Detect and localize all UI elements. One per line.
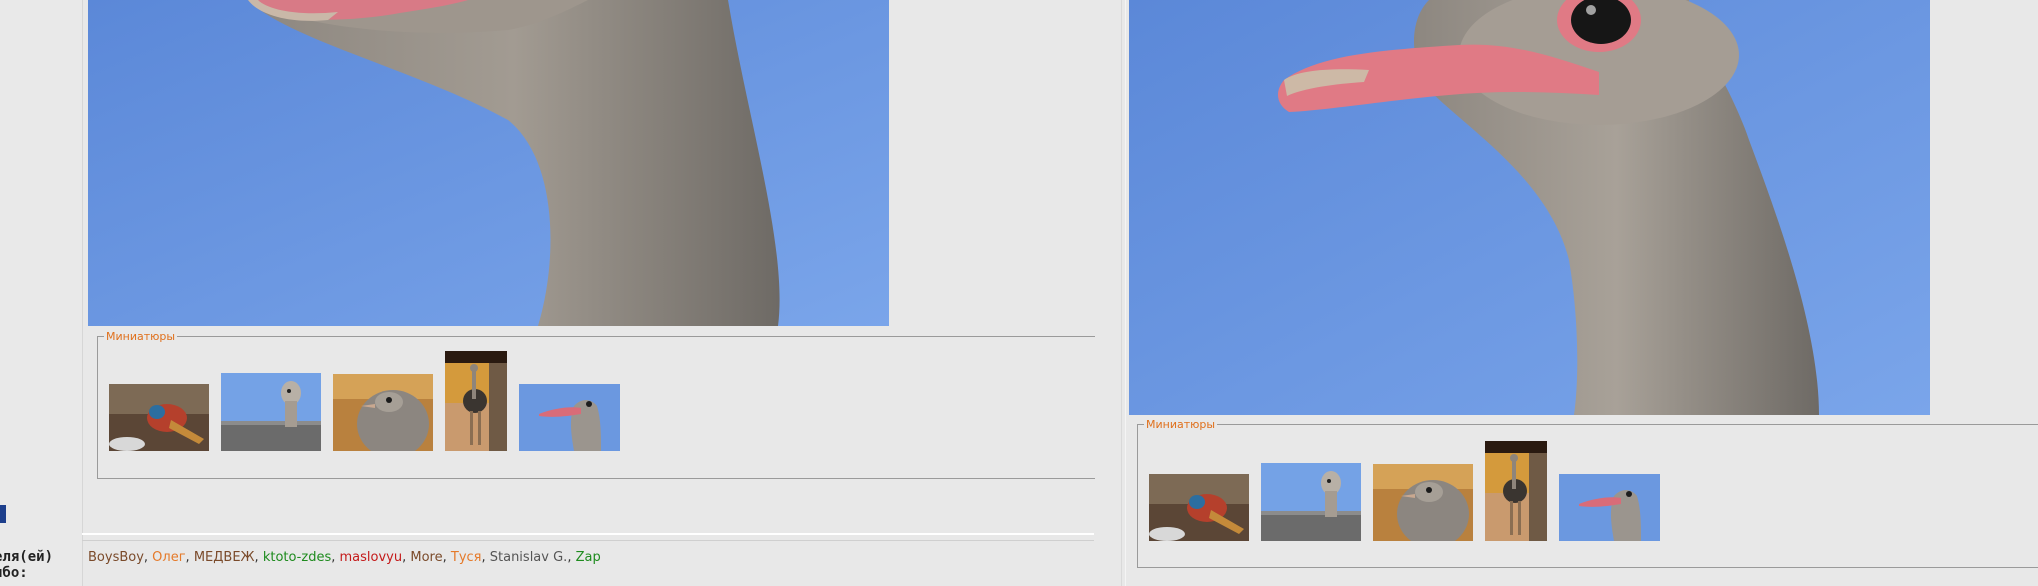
post-separator-dark — [82, 540, 1094, 541]
ostrich-head-thumb-image — [1559, 474, 1660, 541]
ostrich-photo-left — [88, 0, 889, 326]
ostrich-far-thumb-image — [1261, 463, 1361, 541]
left-label-column — [0, 0, 83, 586]
user-separator: , — [331, 550, 340, 565]
thumbnails-legend-right: Миниатюры — [1146, 418, 1216, 431]
thanks-user-link[interactable]: Stanislav G. — [490, 550, 568, 565]
pheasant-thumb-image — [109, 384, 209, 451]
thanks-label: еля(ей) ибо: — [0, 549, 74, 581]
thanks-user-link[interactable]: МЕДВЕЖ — [194, 550, 255, 565]
ostrich-standing-thumb-image — [445, 351, 507, 451]
ostrich-close-thumb-image — [1373, 464, 1473, 541]
plus-icon[interactable] — [0, 505, 6, 523]
thanks-label-line2: ибо: — [0, 565, 28, 581]
user-separator: , — [481, 550, 490, 565]
thanks-users-list: BoysBoy, Олег, МЕДВЕЖ, ktoto-zdes, maslo… — [88, 550, 601, 565]
thanks-user-link[interactable]: More — [410, 550, 442, 565]
thanks-user-link[interactable]: BoysBoy — [88, 550, 144, 565]
thanks-user-link[interactable]: Туся — [451, 550, 482, 565]
user-separator: , — [143, 550, 153, 565]
thumb-ostrich-far-left[interactable] — [221, 373, 321, 451]
post-photo-left[interactable] — [88, 0, 889, 326]
thanks-user-link[interactable]: Олег — [152, 550, 185, 565]
thumb-ostrich-standing-left[interactable] — [445, 351, 507, 451]
thumb-ostrich-standing-right[interactable] — [1485, 441, 1547, 541]
thanks-user-link[interactable]: maslovyu — [340, 550, 403, 565]
column-divider-highlight — [1125, 0, 1126, 586]
ostrich-close-thumb-image — [333, 374, 433, 451]
thumb-ostrich-head-right[interactable] — [1559, 474, 1660, 541]
thumbnails-legend-left: Миниатюры — [106, 330, 176, 343]
thumb-pheasant-right[interactable] — [1149, 474, 1249, 541]
user-separator: , — [567, 550, 576, 565]
thumb-pheasant-left[interactable] — [109, 384, 209, 451]
thanks-label-line1: еля(ей) — [0, 549, 54, 565]
post-separator-light — [82, 533, 1094, 535]
thumb-ostrich-close-left[interactable] — [333, 374, 433, 451]
user-separator: , — [254, 550, 263, 565]
user-separator: , — [185, 550, 194, 565]
ostrich-photo-right — [1129, 0, 1930, 415]
ostrich-far-thumb-image — [221, 373, 321, 451]
pheasant-thumb-image — [1149, 474, 1249, 541]
column-divider — [1121, 0, 1122, 586]
thumb-ostrich-head-left[interactable] — [519, 384, 620, 451]
ostrich-standing-thumb-image — [1485, 441, 1547, 541]
thanks-user-link[interactable]: Zap — [576, 550, 601, 565]
post-photo-right[interactable] — [1129, 0, 1930, 415]
ostrich-head-thumb-image — [519, 384, 620, 451]
thumb-ostrich-close-right[interactable] — [1373, 464, 1473, 541]
thumb-ostrich-far-right[interactable] — [1261, 463, 1361, 541]
user-separator: , — [442, 550, 451, 565]
thanks-user-link[interactable]: ktoto-zdes — [263, 550, 331, 565]
